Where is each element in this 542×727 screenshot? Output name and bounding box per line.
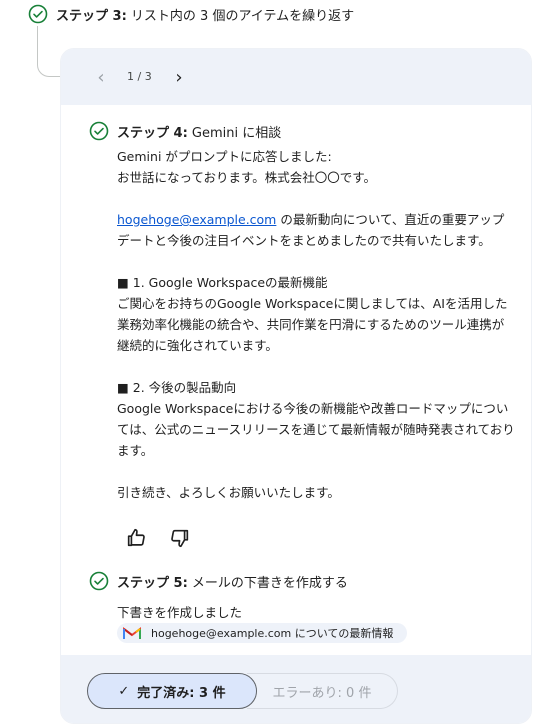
step-3-row: ステップ 3: リスト内の 3 個のアイテムを繰り返す (28, 4, 354, 24)
check-circle-icon (28, 4, 48, 24)
iteration-pager: ‹ 1 / 3 › (61, 49, 531, 105)
filter-completed-button[interactable]: ✓ 完了済み: 3 件 (87, 673, 257, 709)
check-circle-icon (89, 571, 109, 591)
section-1-body: ご関心をお持ちのGoogle Workspaceに関しましては、AIを活用した業… (117, 296, 508, 353)
step-5-title: ステップ 5: メールの下書きを作成する (117, 575, 348, 591)
draft-chip-label: hogehoge@example.com についての最新情報 (151, 627, 394, 640)
check-circle-icon (89, 121, 109, 141)
section-2-body: Google Workspaceにおける今後の新機能や改善ロードマップについては… (117, 401, 515, 458)
gemini-response: Gemini がプロンプトに応答しました: お世話になっております。株式会社〇〇… (117, 146, 515, 503)
email-link[interactable]: hogehoge@example.com (117, 212, 276, 227)
section-1-title: ■ 1. Google Workspaceの最新機能 (117, 275, 328, 290)
response-intro: Gemini がプロンプトに応答しました: (117, 149, 332, 164)
step-4-row: ステップ 4: Gemini に相談 (89, 121, 281, 141)
filter-errors-label: エラーあり: 0 件 (272, 685, 372, 701)
chevron-right-icon[interactable]: › (169, 67, 189, 88)
feedback-buttons (125, 527, 191, 549)
check-icon: ✓ (118, 683, 130, 699)
chevron-left-icon[interactable]: ‹ (91, 67, 111, 88)
result-filter-bar: エラーあり: 0 件 ✓ 完了済み: 3 件 (61, 655, 531, 723)
step-3-title: ステップ 3: リスト内の 3 個のアイテムを繰り返す (56, 8, 355, 24)
response-paragraph-1: hogehoge@example.com の最新動向について、直近の重要アップデ… (117, 212, 505, 248)
step-5-row: ステップ 5: メールの下書きを作成する (89, 571, 348, 591)
response-greeting: お世話になっております。株式会社〇〇です。 (117, 170, 377, 185)
response-closing: 引き続き、よろしくお願いいたします。 (117, 485, 340, 500)
draft-email-chip[interactable]: hogehoge@example.com についての最新情報 (117, 623, 408, 643)
gmail-icon (123, 626, 141, 640)
pager-count: 1 / 3 (127, 70, 152, 83)
step-4-title: ステップ 4: Gemini に相談 (117, 125, 282, 141)
thumbs-down-icon[interactable] (169, 527, 191, 549)
filter-completed-label: 完了済み: 3 件 (137, 685, 226, 701)
step-connector-line (37, 26, 62, 77)
iteration-card: ‹ 1 / 3 › ステップ 4: Gemini に相談 Gemini がプロン… (60, 48, 532, 724)
filter-errors-button[interactable]: エラーあり: 0 件 (247, 673, 398, 709)
thumbs-up-icon[interactable] (125, 527, 147, 549)
draft-status: 下書きを作成しました (117, 605, 243, 620)
workflow-run-panel: ステップ 3: リスト内の 3 個のアイテムを繰り返す ‹ 1 / 3 › ステ… (0, 0, 542, 727)
section-2-title: ■ 2. 今後の製品動向 (117, 380, 237, 395)
